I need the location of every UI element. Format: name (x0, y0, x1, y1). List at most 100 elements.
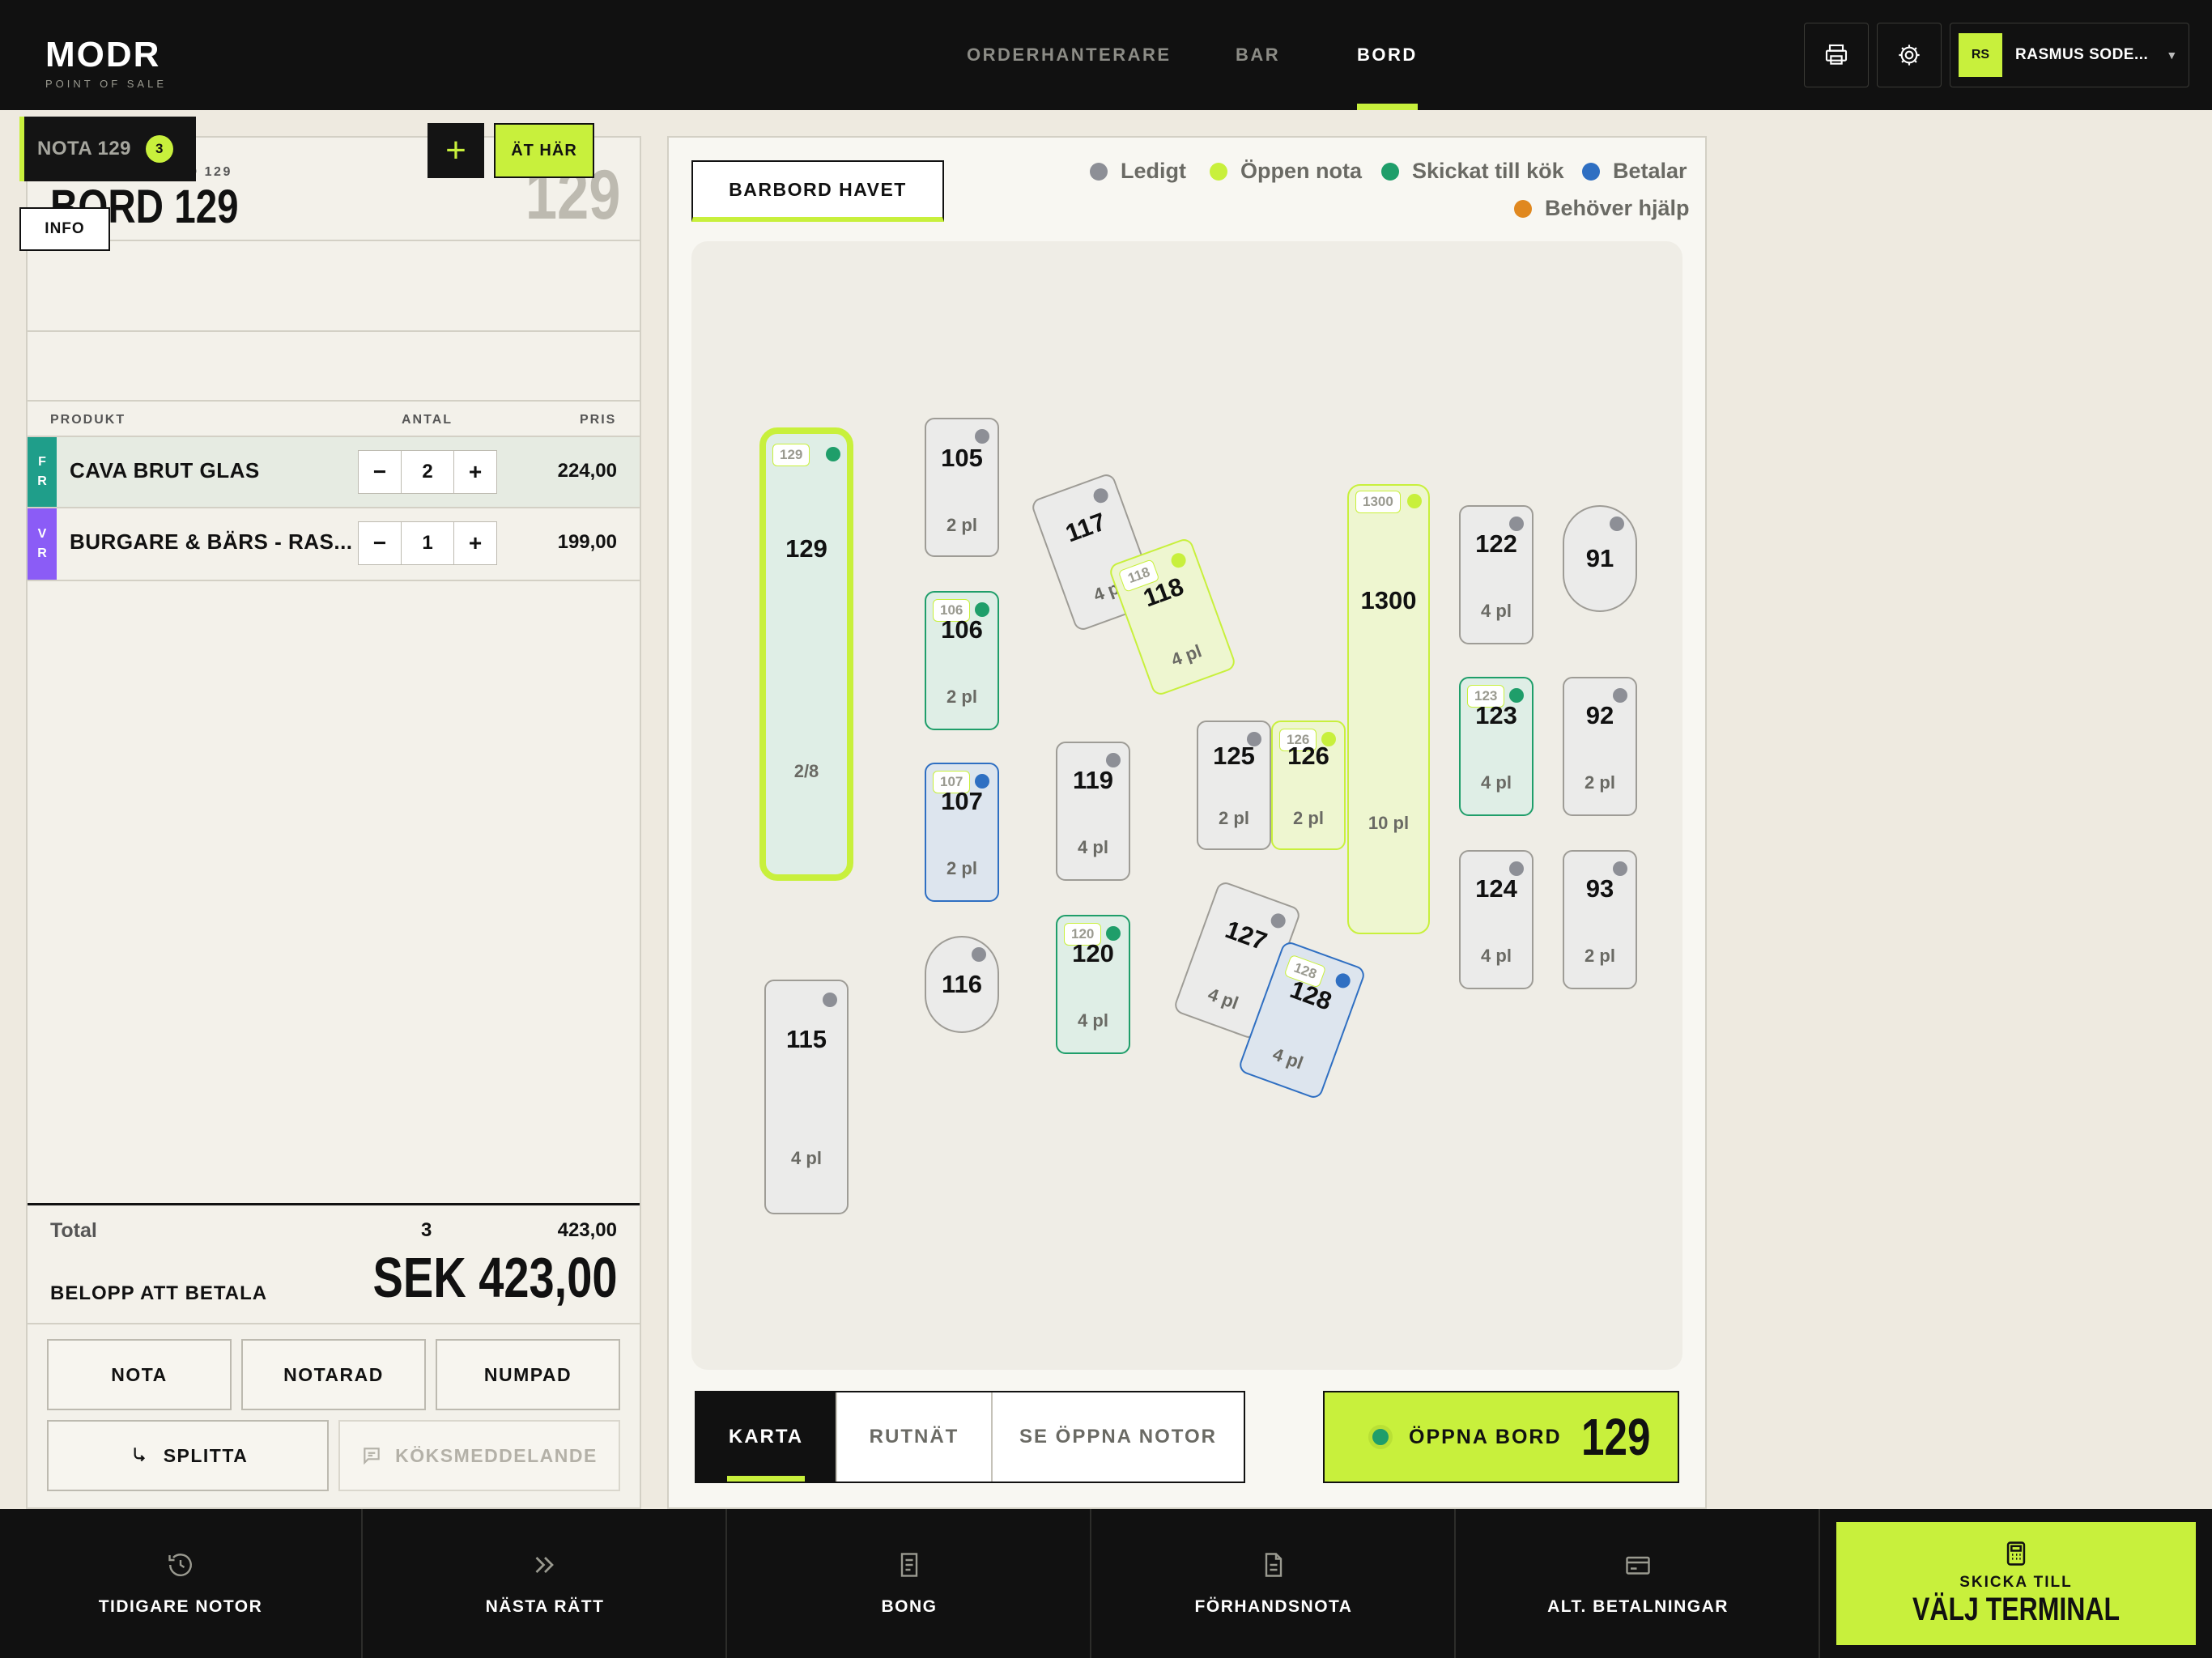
bong-button[interactable]: BONG (729, 1509, 1091, 1658)
status-dot (975, 429, 989, 444)
logo: MODR POINT OF SALE (45, 37, 168, 91)
table-93[interactable]: 93 2 pl (1563, 850, 1637, 989)
product-price: 224,00 (557, 460, 617, 482)
table-seats: 4 pl (791, 1148, 822, 1168)
status-dot (1368, 1425, 1393, 1449)
split-button[interactable]: SPLITTA (47, 1420, 329, 1491)
table-92[interactable]: 92 2 pl (1563, 677, 1637, 816)
tab-rutnat[interactable]: RUTNÄT (837, 1392, 993, 1482)
table-125[interactable]: 125 2 pl (1197, 721, 1271, 850)
double-chevron-icon (535, 1557, 554, 1573)
user-menu[interactable]: RS RASMUS SODE... ▼ (1950, 23, 2189, 87)
next-course-button[interactable]: NÄSTA RÄTT (364, 1509, 727, 1658)
decrement-button[interactable]: − (358, 450, 402, 494)
table-tag: 129 (772, 444, 810, 466)
table-120[interactable]: 120 120 4 pl (1056, 915, 1130, 1054)
increment-button[interactable]: + (453, 521, 497, 565)
table-115[interactable]: 115 4 pl (764, 980, 849, 1214)
quantity-stepper: − 2 + (358, 450, 497, 494)
table-124[interactable]: 124 4 pl (1459, 850, 1534, 989)
table-123[interactable]: 123 123 4 pl (1459, 677, 1534, 816)
nav-bar[interactable]: BAR (1236, 0, 1280, 110)
table-119[interactable]: 119 4 pl (1056, 742, 1130, 881)
plus-icon: + (445, 130, 466, 170)
order-row[interactable]: V R BURGARE & BÄRS - RAS... − 1 + 199,00 (28, 508, 640, 581)
nav-orderhanterare[interactable]: ORDERHANTERARE (967, 0, 1172, 110)
notarad-button[interactable]: NOTARAD (241, 1339, 426, 1410)
history-icon (168, 1554, 192, 1576)
product-name: BURGARE & BÄRS - RAS... (70, 529, 353, 554)
table-105[interactable]: 105 2 pl (925, 418, 999, 557)
increment-button[interactable]: + (453, 450, 497, 494)
legend-dot (1381, 162, 1399, 181)
add-nota-button[interactable]: + (428, 123, 484, 178)
table-seats: 4 pl (1481, 946, 1512, 966)
table-seats: 2 pl (1585, 772, 1615, 793)
numpad-button[interactable]: NUMPAD (436, 1339, 620, 1410)
table-number: 129 (785, 534, 827, 563)
view-tabs: KARTA RUTNÄT SE ÖPPNA NOTOR (695, 1391, 1245, 1483)
table-seats: 2 pl (1585, 946, 1615, 966)
nav-bord[interactable]: BORD (1357, 0, 1418, 110)
table-seats: 2 pl (1219, 808, 1249, 828)
column-price: PRIS (580, 413, 617, 427)
info-button[interactable]: INFO (19, 207, 110, 251)
total-label: Total (50, 1219, 97, 1242)
open-table-button[interactable]: ÖPPNA BORD 129 (1323, 1391, 1679, 1483)
eat-here-button[interactable]: ÄT HÄR (494, 123, 594, 178)
send-sub-label: SKICKA TILL (1959, 1574, 2073, 1591)
table-seats: 10 pl (1368, 813, 1410, 833)
table-number: 125 (1213, 742, 1255, 770)
legend-open: Öppen nota (1210, 159, 1362, 184)
info-row (28, 334, 640, 402)
pre-bill-button[interactable]: FÖRHANDSNOTA (1093, 1509, 1456, 1658)
top-bar: MODR POINT OF SALE ORDERHANTERARE BAR BO… (0, 0, 2212, 110)
quantity-value: 2 (402, 450, 453, 494)
tab-open-notes[interactable]: SE ÖPPNA NOTOR (993, 1392, 1244, 1482)
balance-amount: SEK 423,00 (372, 1246, 617, 1309)
table-number: 93 (1585, 874, 1614, 903)
table-106[interactable]: 106 106 2 pl (925, 591, 999, 730)
card-icon (1626, 1556, 1650, 1575)
table-116[interactable]: 116 (925, 936, 999, 1033)
alt-payments-button[interactable]: ALT. BETALNINGAR (1457, 1509, 1820, 1658)
table-number: 123 (1475, 701, 1517, 729)
table-seats: 2/8 (793, 761, 819, 781)
table-91[interactable]: 91 (1563, 505, 1637, 612)
send-to-terminal-button[interactable]: SKICKA TILL VÄLJ TERMINAL (1836, 1522, 2196, 1645)
previous-notes-button[interactable]: TIDIGARE NOTOR (0, 1509, 363, 1658)
legend-free: Ledigt (1090, 159, 1186, 184)
legend-dot (1514, 199, 1532, 218)
status-dot (1610, 517, 1624, 531)
table-1300[interactable]: 1300 1300 10 pl (1347, 484, 1430, 934)
decrement-button[interactable]: − (358, 521, 402, 565)
order-row[interactable]: F R CAVA BRUT GLAS − 2 + 224,00 (28, 436, 640, 508)
table-126[interactable]: 126 126 2 pl (1271, 721, 1346, 850)
quantity-value: 1 (402, 521, 453, 565)
table-129[interactable]: 129 129 2/8 (759, 427, 853, 881)
status-dot (823, 993, 837, 1007)
avatar: RS (1959, 33, 2002, 77)
nota-tab[interactable]: NOTA 129 3 (19, 117, 196, 181)
settings-button[interactable] (1877, 23, 1942, 87)
nota-button[interactable]: NOTA (47, 1339, 232, 1410)
table-number: 91 (1585, 544, 1614, 572)
legend-dot (1090, 162, 1108, 181)
table-107[interactable]: 107 107 2 pl (925, 763, 999, 902)
table-seats: 2 pl (946, 687, 977, 707)
printer-icon (1825, 44, 1848, 65)
area-tab-barbord-havet[interactable]: BARBORD HAVET (691, 160, 944, 222)
table-seats: 4 pl (1481, 772, 1512, 793)
legend-paying: Betalar (1582, 159, 1687, 184)
balance-label: BELOPP ATT BETALA (50, 1282, 268, 1304)
table-122[interactable]: 122 4 pl (1459, 505, 1534, 644)
table-seats: 4 pl (1481, 601, 1512, 621)
user-name: RASMUS SODE... (2015, 46, 2149, 63)
terminal-icon (2006, 1541, 2026, 1566)
legend-kitchen: Skickat till kök (1381, 159, 1564, 184)
logo-tagline: POINT OF SALE (45, 78, 168, 90)
message-icon (364, 1448, 380, 1465)
nota-count-badge: 3 (146, 135, 174, 163)
tab-karta[interactable]: KARTA (696, 1392, 837, 1482)
print-button[interactable] (1804, 23, 1869, 87)
